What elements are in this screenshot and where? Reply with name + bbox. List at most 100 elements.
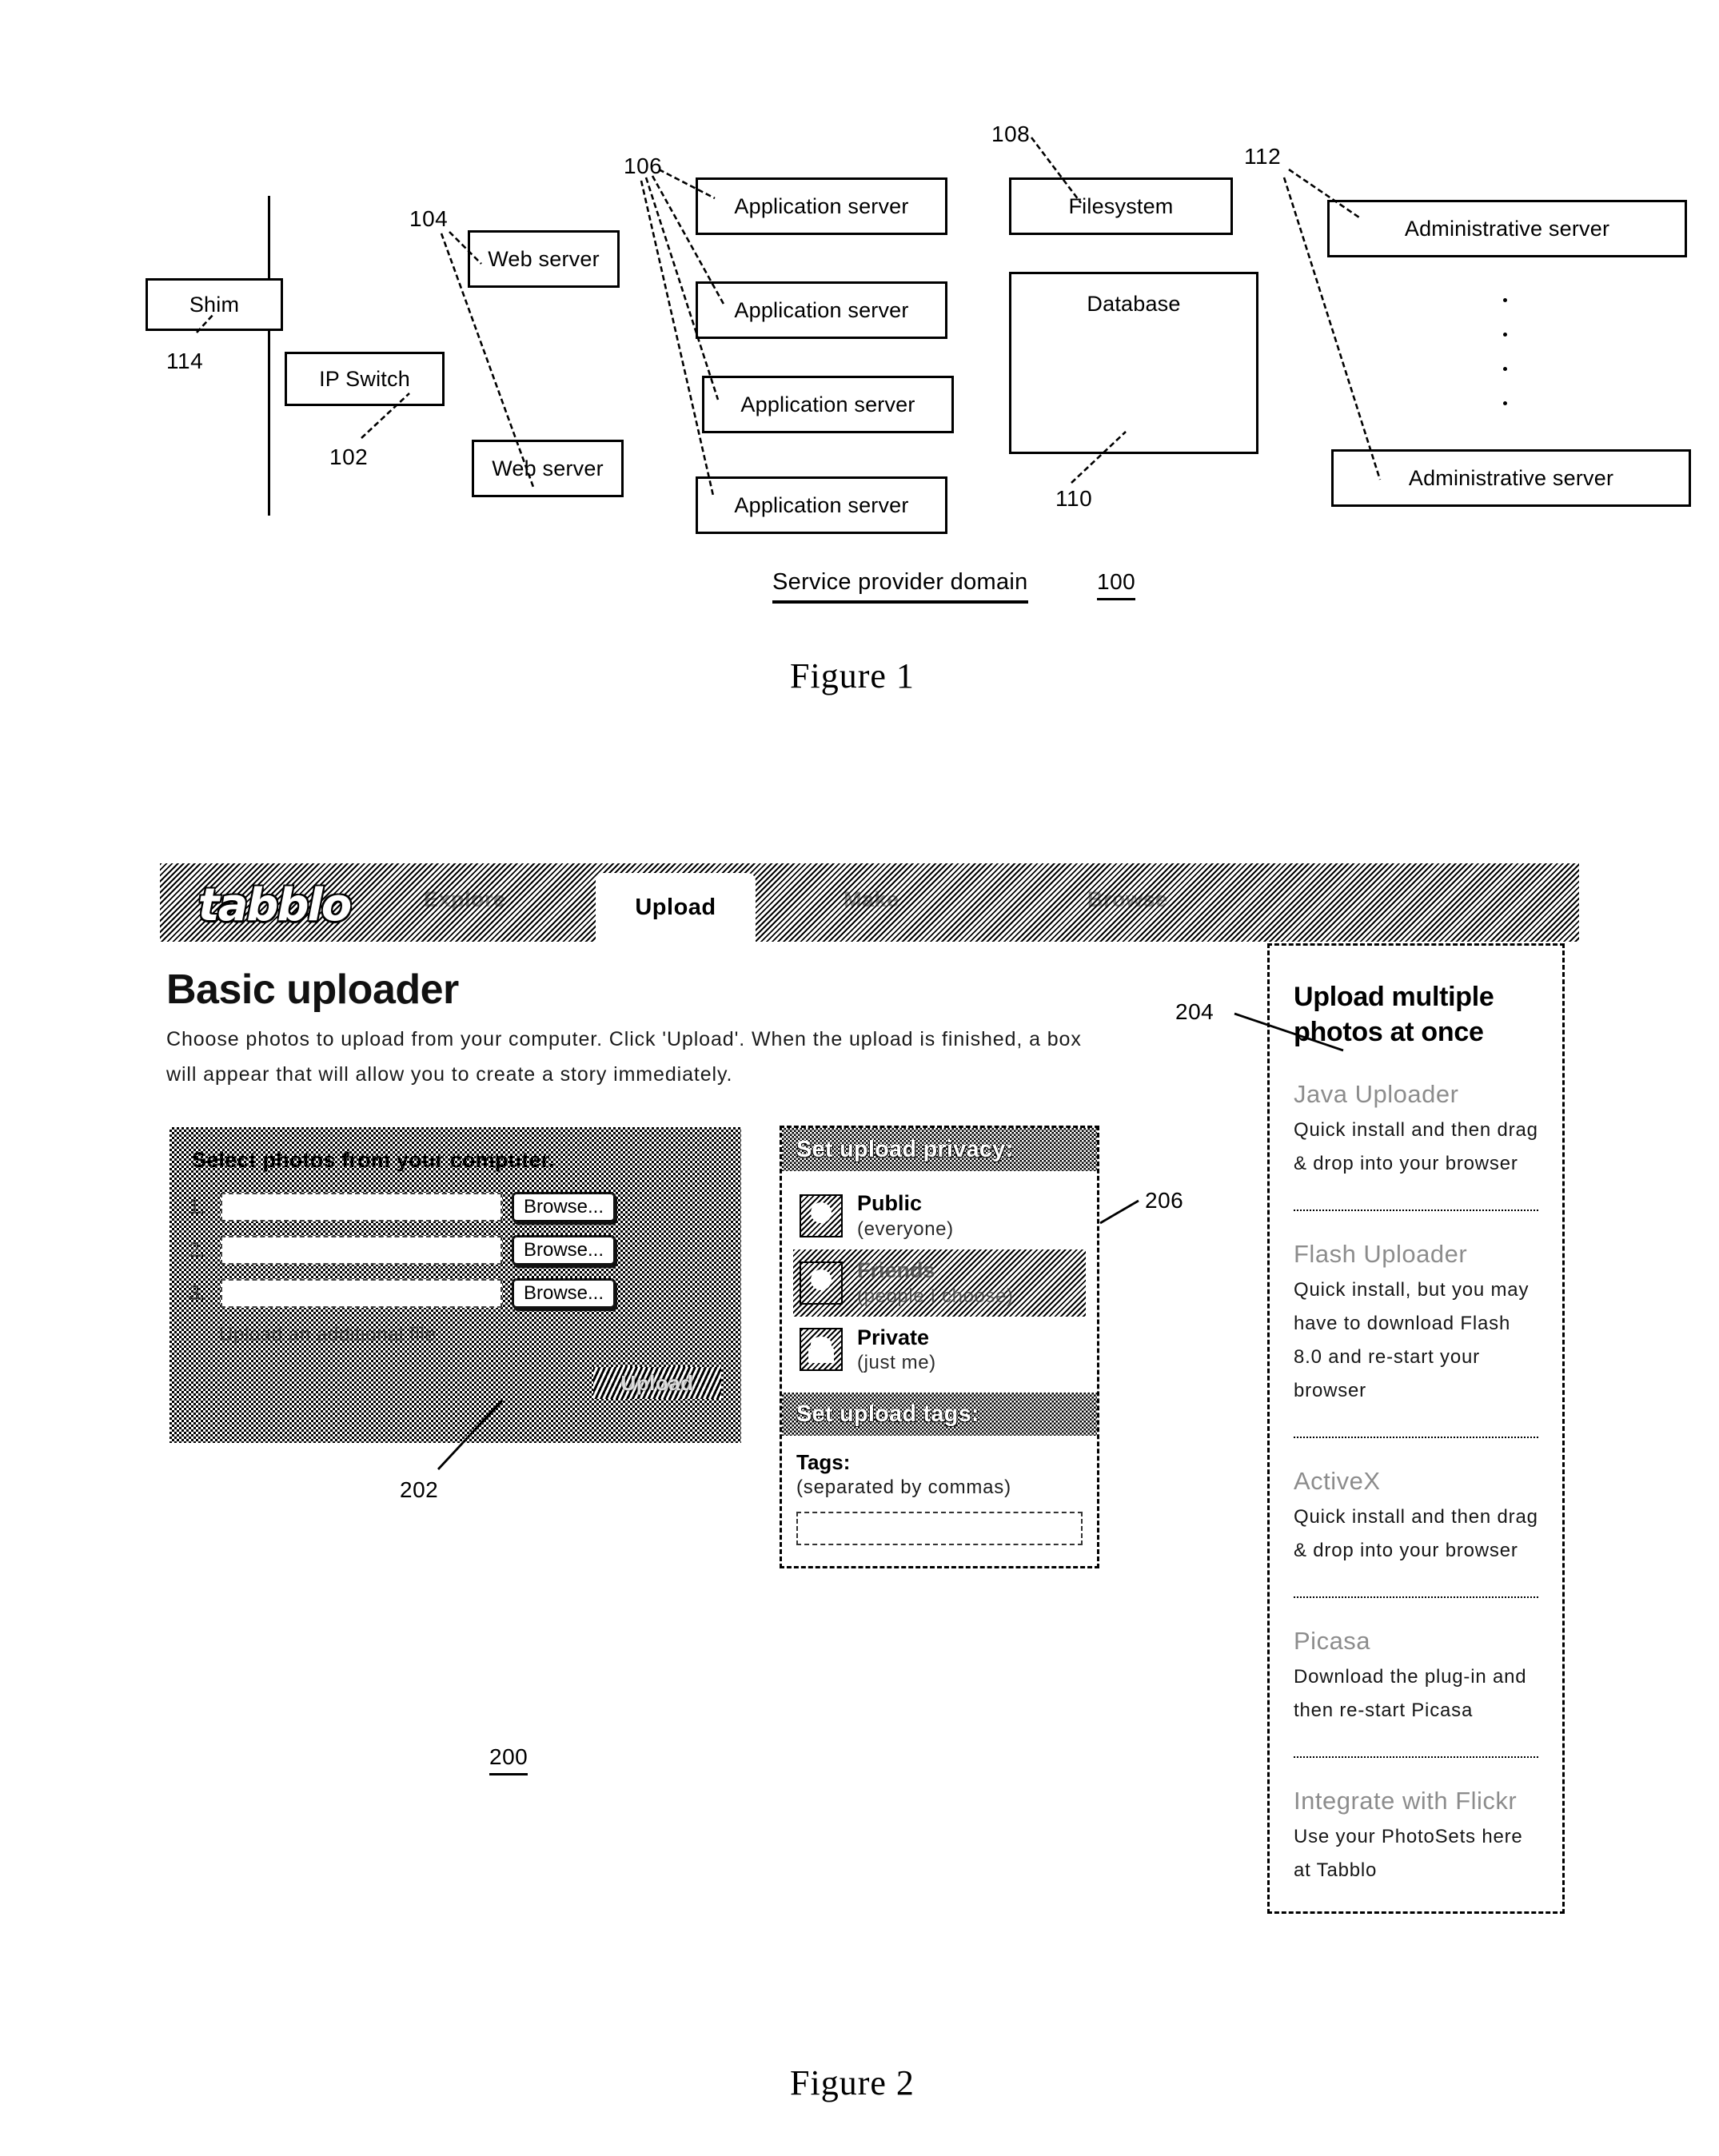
tags-input[interactable] [796, 1512, 1083, 1546]
web-server-label-1: Web server [488, 246, 600, 271]
ref-100-text: 100 [1097, 569, 1136, 594]
filesystem-label: Filesystem [1068, 193, 1174, 218]
privacy-options-list: Public (everyone) Friends (people I choo… [782, 1171, 1097, 1393]
privacy-option-friends-sub: (people I choose) [857, 1285, 1014, 1307]
privacy-option-friends[interactable]: Friends (people I choose) [793, 1249, 1086, 1317]
tags-panel-header-text: Set upload tags: [796, 1401, 979, 1427]
administrative-server-label-1: Administrative server [1404, 216, 1610, 241]
tags-hint: (separated by commas) [796, 1477, 1011, 1499]
browse-button-label-1: Browse... [523, 1196, 604, 1217]
select-photos-title-text: Select photos from your computer. [192, 1148, 555, 1172]
ref-112: 112 [1244, 144, 1281, 169]
file-input-3[interactable] [221, 1279, 502, 1308]
file-row-1: 1. Browse... [189, 1190, 724, 1225]
shim-box: Shim [146, 278, 283, 331]
multi-upload-item-activex-desc: Quick install and then drag & drop into … [1294, 1506, 1538, 1561]
page-title: Basic uploader [166, 966, 459, 1014]
application-server-box-2: Application server [696, 281, 947, 339]
people-icon [800, 1261, 843, 1305]
tab-browse[interactable]: Browse [1087, 887, 1168, 912]
ref-102-text: 102 [329, 444, 369, 469]
browse-button-3[interactable]: Browse... [512, 1278, 616, 1309]
tab-upload-label: Upload [635, 894, 716, 920]
multi-upload-item-java[interactable]: Java Uploader Quick install and then dra… [1294, 1078, 1538, 1181]
browse-button-2[interactable]: Browse... [512, 1235, 616, 1265]
privacy-option-public[interactable]: Public (everyone) [793, 1182, 1086, 1249]
page-description-text: Choose photos to upload from your comput… [166, 1028, 1082, 1086]
domain-boundary-line [268, 196, 270, 516]
figure-2-caption: Figure 2 [790, 2062, 915, 2103]
tags-panel-header: Set upload tags: [782, 1393, 1097, 1437]
upload-additional-file-text: Upload an additional file [219, 1324, 437, 1345]
ref-110: 110 [1055, 486, 1092, 512]
application-server-box-3: Application server [702, 376, 954, 433]
ref-206-text: 206 [1145, 1188, 1184, 1213]
figure-1: Shim IP Switch Web server Web server App… [0, 0, 1719, 751]
file-input-1[interactable] [221, 1193, 502, 1221]
ref-200: 200 [489, 1744, 528, 1775]
privacy-option-private[interactable]: Private (just me) [793, 1317, 1086, 1384]
multi-upload-item-flash[interactable]: Flash Uploader Quick install, but you ma… [1294, 1210, 1538, 1408]
multi-upload-item-activex-title: ActiveX [1294, 1467, 1381, 1495]
multi-upload-item-flickr[interactable]: Integrate with Flickr Use your PhotoSets… [1294, 1756, 1538, 1887]
upload-button[interactable]: Upload [593, 1367, 721, 1399]
application-server-label-3: Application server [740, 392, 915, 416]
tab-explore[interactable]: Explore [424, 887, 506, 912]
application-server-label-2: Application server [734, 297, 909, 322]
tab-make[interactable]: Make [844, 887, 899, 912]
page-description: Choose photos to upload from your comput… [166, 1022, 1094, 1092]
ref-206: 206 [1145, 1188, 1183, 1213]
lock-icon [800, 1328, 843, 1372]
browse-button-1[interactable]: Browse... [512, 1192, 616, 1222]
tab-make-label: Make [844, 887, 899, 911]
multi-upload-item-java-desc: Quick install and then drag & drop into … [1294, 1119, 1538, 1174]
ref-102: 102 [329, 444, 368, 470]
ref-104-text: 104 [409, 206, 449, 231]
service-provider-domain-label: Service provider domain [772, 569, 1028, 604]
browse-button-label-3: Browse... [523, 1282, 604, 1304]
privacy-option-private-sub: (just me) [857, 1352, 936, 1374]
multi-upload-item-java-title: Java Uploader [1294, 1080, 1459, 1108]
database-box: Database [1009, 272, 1258, 454]
multi-upload-item-activex[interactable]: ActiveX Quick install and then drag & dr… [1294, 1437, 1538, 1568]
select-photos-title: Select photos from your computer. [192, 1148, 555, 1173]
tags-panel-body: Tags: (separated by commas) [782, 1436, 1097, 1566]
multi-upload-item-picasa[interactable]: Picasa Download the plug-in and then re-… [1294, 1596, 1538, 1728]
file-input-2[interactable] [221, 1236, 502, 1265]
ref-114-text: 114 [166, 349, 204, 373]
ref-202: 202 [400, 1477, 438, 1503]
tab-explore-label: Explore [424, 887, 506, 911]
multi-upload-panel: Upload multiple photos at once Java Uplo… [1267, 943, 1565, 1914]
tab-upload[interactable]: Upload [596, 873, 756, 942]
multi-upload-item-flickr-desc: Use your PhotoSets here at Tabblo [1294, 1826, 1523, 1881]
ref-108: 108 [991, 122, 1030, 147]
application-server-label-4: Application server [734, 492, 909, 517]
privacy-panel-header-text: Set upload privacy: [796, 1136, 1014, 1162]
ref-112-text: 112 [1244, 144, 1282, 169]
web-server-box-2: Web server [472, 440, 624, 497]
file-row-number-2: 2. [189, 1238, 205, 1261]
figure-1-caption-text: Figure 1 [790, 656, 915, 695]
multi-upload-item-flickr-title: Integrate with Flickr [1294, 1787, 1518, 1815]
ref-108-text: 108 [991, 122, 1031, 146]
tabblo-logo[interactable]: tabblo [174, 868, 374, 942]
application-server-label-1: Application server [734, 193, 909, 218]
page-title-text: Basic uploader [166, 966, 459, 1013]
web-server-box-1: Web server [468, 230, 620, 288]
browse-button-label-2: Browse... [523, 1239, 604, 1261]
ref-200-text: 200 [489, 1744, 528, 1769]
administrative-server-box-2: Administrative server [1331, 449, 1691, 507]
privacy-option-public-sub: (everyone) [857, 1217, 954, 1240]
figure-1-caption: Figure 1 [790, 656, 915, 696]
ref-104: 104 [409, 206, 448, 232]
upload-additional-file-link[interactable]: Upload an additional file [219, 1324, 436, 1346]
ref-106: 106 [624, 153, 662, 179]
tab-browse-label: Browse [1087, 887, 1168, 911]
multi-upload-item-flash-title: Flash Uploader [1294, 1240, 1468, 1268]
privacy-and-tags-panel: Set upload privacy: Public (everyone) Fr… [780, 1126, 1099, 1569]
administrative-server-ellipsis [1503, 288, 1507, 416]
select-photos-panel: Select photos from your computer. 1. Bro… [170, 1127, 741, 1443]
ref-106-text: 106 [624, 153, 663, 178]
privacy-panel-header: Set upload privacy: [782, 1128, 1097, 1171]
ip-switch-box: IP Switch [285, 352, 445, 406]
